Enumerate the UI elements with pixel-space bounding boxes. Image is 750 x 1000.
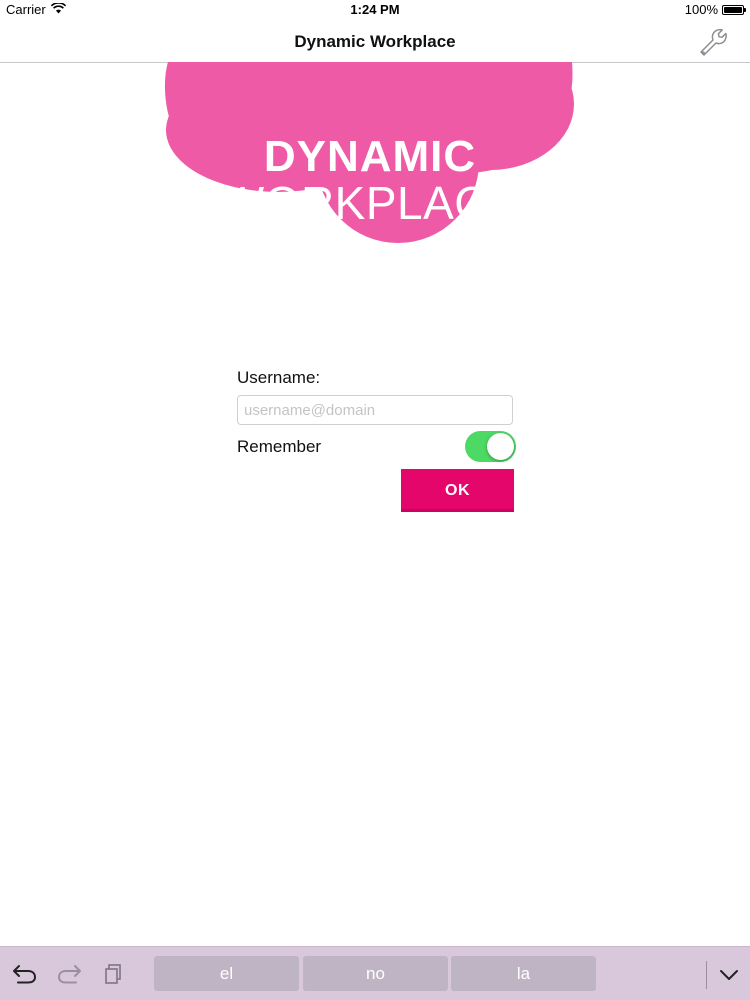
logo-text-workplace: WORKPLACE (220, 177, 520, 229)
suggestion-item[interactable]: el (154, 956, 299, 991)
keyboard-divider (706, 961, 707, 989)
battery-percent: 100% (684, 2, 718, 17)
status-bar: Carrier 1:24 PM 100% (0, 0, 750, 20)
paste-button[interactable] (100, 961, 128, 987)
status-right: 100% (684, 0, 746, 20)
status-time: 1:24 PM (350, 2, 400, 17)
username-label: Username: (237, 368, 321, 387)
suggestion-item[interactable]: la (451, 956, 596, 991)
logo-text-dynamic: DYNAMIC (263, 132, 477, 181)
remember-label: Remember (237, 437, 322, 456)
suggestion-item[interactable]: no (303, 956, 448, 991)
chevron-down-icon (720, 970, 738, 980)
navigation-bar: Dynamic Workplace (0, 20, 750, 63)
settings-button[interactable] (698, 28, 732, 56)
ok-button[interactable]: OK (401, 469, 514, 512)
paste-icon (105, 964, 121, 984)
redo-button[interactable] (55, 961, 83, 987)
dynamic-workplace-logo: DYNAMIC WORKPLACE (160, 38, 580, 248)
undo-button[interactable] (11, 961, 39, 987)
keyboard-suggestion-bar: el no la (0, 946, 750, 1000)
toggle-knob (487, 433, 514, 460)
redo-icon (57, 965, 81, 984)
remember-toggle[interactable] (465, 431, 516, 462)
username-input[interactable] (237, 395, 513, 425)
battery-icon (722, 5, 746, 15)
dismiss-keyboard-button[interactable] (714, 961, 744, 989)
wrench-icon (700, 28, 727, 56)
undo-icon (13, 965, 37, 984)
nav-title: Dynamic Workplace (294, 32, 456, 51)
